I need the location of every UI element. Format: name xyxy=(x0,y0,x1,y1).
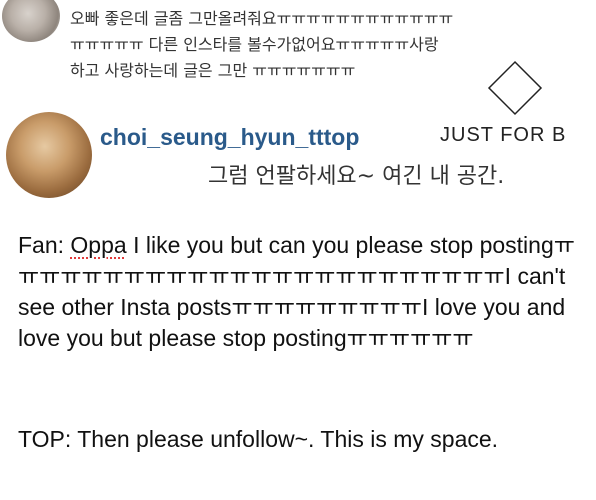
diamond-logo-icon xyxy=(487,60,543,116)
reply-comment-text: 그럼 언팔하세요~ 여긴 내 공간. xyxy=(208,164,505,189)
translation-oppa-word: Oppa xyxy=(70,232,127,258)
reply-username-link[interactable]: choi_seung_hyun_tttop xyxy=(100,124,359,151)
fan-avatar[interactable] xyxy=(2,0,60,42)
translation-top-text: TOP: Then please unfollow~. This is my s… xyxy=(18,426,499,452)
top-avatar[interactable] xyxy=(6,112,92,198)
watermark-text: JUST FOR B xyxy=(440,124,567,146)
fan-comment-line: 오빠 좋은데 글좀 그만올려줘요ㅠㅠㅠㅠㅠㅠㅠㅠㅠㅠㅠㅠ xyxy=(70,9,454,28)
translation-fan-prefix: Fan: xyxy=(18,232,71,258)
translation-fan-text: Fan: Oppa I like you but can you please … xyxy=(18,230,588,354)
fan-comment-line: ㅠㅠㅠㅠㅠ 다른 인스타를 볼수가없어요ㅠㅠㅠㅠㅠ사랑 xyxy=(70,35,439,54)
